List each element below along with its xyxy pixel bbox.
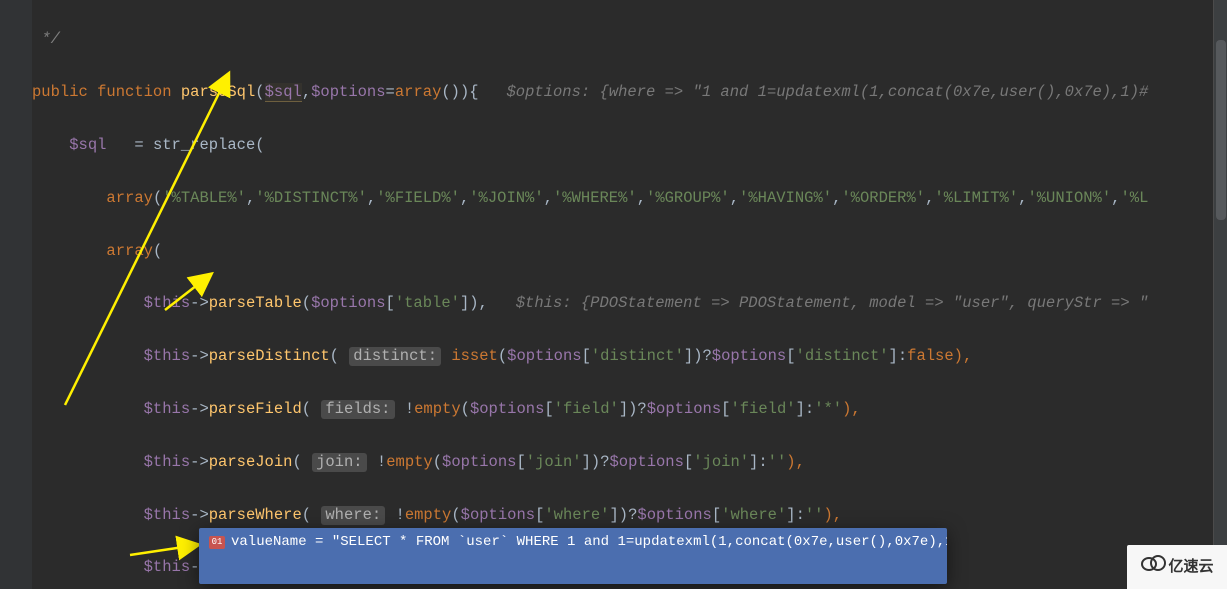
c: ]: xyxy=(796,400,815,418)
isset: isset xyxy=(451,347,498,365)
v: $options xyxy=(442,453,516,471)
vertical-scrollbar[interactable] xyxy=(1213,0,1227,589)
inline-hint-options: $options: {where => "1 and 1=updatexml(1… xyxy=(507,83,1149,101)
tok9: '%UNION%' xyxy=(1027,189,1111,207)
q: ])? xyxy=(582,453,610,471)
eq: = xyxy=(386,83,395,101)
param-where: where: xyxy=(321,506,385,525)
tok5: '%GROUP%' xyxy=(646,189,730,207)
b: ! xyxy=(405,400,414,418)
k: 'field' xyxy=(554,400,619,418)
v2: $options xyxy=(647,400,721,418)
c: ]: xyxy=(786,506,805,524)
q: ])? xyxy=(619,400,647,418)
false: false xyxy=(907,347,954,365)
var-sql: $sql xyxy=(69,136,106,154)
v2: $options xyxy=(610,453,684,471)
assign-strreplace: = str_replace( xyxy=(106,136,264,154)
b: ! xyxy=(396,506,405,524)
t: ), xyxy=(842,400,861,418)
q: ])? xyxy=(610,506,638,524)
d: '' xyxy=(805,506,824,524)
arrow: -> xyxy=(190,294,209,312)
kw-array2: array xyxy=(106,189,153,207)
c: ]: xyxy=(889,347,908,365)
param-options: $options xyxy=(311,83,385,101)
d: '' xyxy=(768,453,787,471)
v2: $options xyxy=(712,347,786,365)
param-sql: $sql xyxy=(265,83,302,102)
v2: $options xyxy=(637,506,711,524)
kw-function: function xyxy=(97,83,171,101)
editor-gutter[interactable] xyxy=(0,0,32,589)
watermark-text: 亿速云 xyxy=(1168,554,1213,580)
tok7: '%ORDER%' xyxy=(841,189,925,207)
popup-text: valueName = "SELECT * FROM `user` WHERE … xyxy=(231,534,947,550)
c: ]: xyxy=(749,453,768,471)
fn-parseJoin: parseJoin xyxy=(209,453,293,471)
d: '*' xyxy=(814,400,842,418)
fn-parseDistinct: parseDistinct xyxy=(209,347,330,365)
tok0: '%TABLE%' xyxy=(162,189,246,207)
t: ), xyxy=(954,347,973,365)
k: 'where' xyxy=(544,506,609,524)
kw-array: array xyxy=(395,83,442,101)
popup-row[interactable]: 01 valueName = "SELECT * FROM `user` WHER… xyxy=(199,530,947,554)
empty: empty xyxy=(386,453,433,471)
fn-parseTable: parseTable xyxy=(209,294,302,312)
v: $options xyxy=(470,400,544,418)
k2: 'where' xyxy=(721,506,786,524)
v: $options xyxy=(507,347,581,365)
ar: -> xyxy=(190,506,209,524)
this6: $this xyxy=(144,558,191,576)
param-join: join: xyxy=(312,453,367,472)
tok10: '%L xyxy=(1120,189,1148,207)
code-editor[interactable]: */ public function parseSql($sql,$option… xyxy=(32,0,1227,589)
empty: empty xyxy=(405,506,452,524)
tok2: '%FIELD%' xyxy=(376,189,460,207)
scrollbar-thumb[interactable] xyxy=(1216,40,1226,220)
tok1: '%DISTINCT%' xyxy=(255,189,367,207)
v: $options xyxy=(461,506,535,524)
param-distinct: distinct: xyxy=(349,347,441,366)
ar: -> xyxy=(190,400,209,418)
t: ), xyxy=(786,453,805,471)
k2: 'join' xyxy=(693,453,749,471)
k: 'table' xyxy=(395,294,460,312)
kw-array3: array xyxy=(106,242,153,260)
empty: empty xyxy=(414,400,461,418)
param-fields: fields: xyxy=(321,400,394,419)
this3: $this xyxy=(144,400,191,418)
k: 'join' xyxy=(526,453,582,471)
b: ! xyxy=(377,453,386,471)
tok4: '%WHERE%' xyxy=(553,189,637,207)
comment-end: */ xyxy=(41,30,60,48)
k: 'distinct' xyxy=(591,347,684,365)
k2: 'field' xyxy=(730,400,795,418)
tok3: '%JOIN%' xyxy=(469,189,543,207)
t: ]), xyxy=(460,294,488,312)
this4: $this xyxy=(144,453,191,471)
this2: $this xyxy=(144,347,191,365)
fn-parseField: parseField xyxy=(209,400,302,418)
paren-brace: ()){ xyxy=(441,83,478,101)
tok8: '%LIMIT%' xyxy=(934,189,1018,207)
kw-public: public xyxy=(32,83,88,101)
hint-this: $this: {PDOStatement => PDOStatement, mo… xyxy=(516,294,1149,312)
fn-parseSql: parseSql xyxy=(181,83,255,101)
this1: $this xyxy=(144,294,191,312)
t: ), xyxy=(823,506,842,524)
k2: 'distinct' xyxy=(796,347,889,365)
debug-value-popup[interactable]: 01 valueName = "SELECT * FROM `user` WHER… xyxy=(199,528,947,584)
fn-parseWhere: parseWhere xyxy=(209,506,302,524)
ar: -> xyxy=(190,347,209,365)
tok6: '%HAVING%' xyxy=(739,189,832,207)
watermark-logo: 亿速云 xyxy=(1127,545,1227,589)
v: $options xyxy=(311,294,385,312)
cloud-icon xyxy=(1140,553,1166,580)
ar: -> xyxy=(190,453,209,471)
q: ])? xyxy=(684,347,712,365)
popup-index-badge: 01 xyxy=(209,536,225,549)
this5: $this xyxy=(144,506,191,524)
